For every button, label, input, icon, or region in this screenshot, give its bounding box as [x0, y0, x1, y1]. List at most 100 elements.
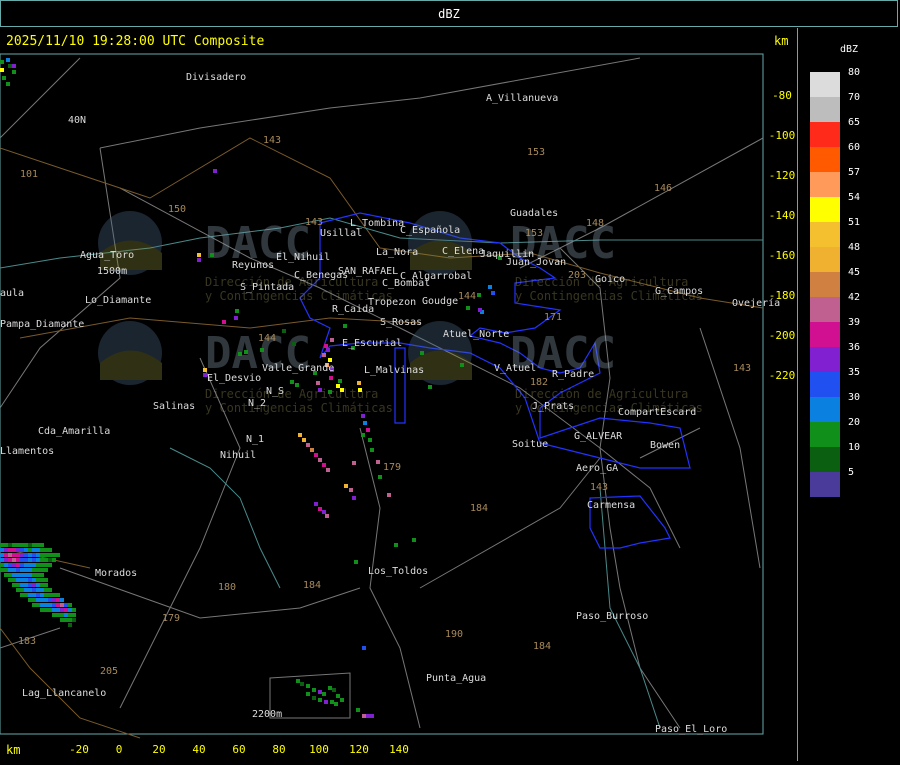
route-number: 190: [445, 629, 463, 640]
echo-cell: [40, 588, 44, 592]
echo-cell: [36, 593, 40, 597]
echo-cell: [28, 593, 32, 597]
km-label-top: km: [774, 34, 789, 48]
echo-cell: [324, 700, 328, 704]
echo-cell: [24, 568, 28, 572]
echo-cell: [326, 468, 330, 472]
place-label: A_Villanueva: [486, 93, 558, 104]
echo-cell: [16, 573, 20, 577]
echo-cell: [328, 390, 332, 394]
echo-cell: [60, 603, 64, 607]
y-tick-label: -160: [769, 249, 796, 262]
echo-cell: [68, 623, 72, 627]
km-label-bottom: km: [6, 743, 21, 757]
echo-cell: [36, 568, 40, 572]
echo-cell: [40, 593, 44, 597]
echo-cell: [0, 553, 4, 557]
x-tick-label: 140: [389, 743, 409, 756]
legend-swatch: [810, 247, 840, 272]
echo-cell: [387, 493, 391, 497]
echo-cell: [354, 560, 358, 564]
place-label: Paso_El_Loro: [655, 724, 727, 735]
echo-cell: [40, 573, 44, 577]
legend-swatch: [810, 397, 840, 422]
x-tick-label: 100: [309, 743, 329, 756]
title-bar: dBZ: [0, 0, 898, 27]
legend-value: 80: [848, 67, 861, 78]
echo-cell: [314, 502, 318, 506]
legend-swatch: [810, 172, 840, 197]
legend-value: 36: [848, 342, 861, 353]
map-canvas[interactable]: DACC DACC DACC DACC Dirección de Agricul…: [0, 28, 797, 761]
echo-cell: [40, 578, 44, 582]
echo-cell: [32, 548, 36, 552]
place-label: L_Malvinas: [364, 365, 424, 376]
echo-cell: [16, 548, 20, 552]
legend-value: 54: [848, 192, 861, 203]
echo-cell: [36, 573, 40, 577]
echo-cell: [324, 344, 328, 348]
echo-cell: [0, 60, 4, 64]
echo-cell: [306, 684, 310, 688]
echo-cell: [16, 583, 20, 587]
place-label: Morados: [95, 568, 137, 579]
place-label: Pampa_Diamante: [0, 319, 84, 330]
echo-cell: [8, 568, 12, 572]
legend-swatch: [810, 322, 840, 347]
echo-cell: [40, 568, 44, 572]
echo-cell: [48, 603, 52, 607]
echo-cell: [20, 558, 24, 562]
echo-cell: [366, 714, 370, 718]
echo-cell: [40, 563, 44, 567]
legend-swatch: [810, 297, 840, 322]
echo-cell: [40, 543, 44, 547]
place-label: N_2: [248, 398, 266, 409]
echo-cell: [44, 578, 48, 582]
echo-cell: [8, 553, 12, 557]
legend-swatch: [810, 447, 840, 472]
echo-cell: [318, 507, 322, 511]
legend-value: 65: [848, 117, 861, 128]
echo-cell: [36, 543, 40, 547]
x-tick-label: 20: [152, 743, 165, 756]
route-number: 153: [527, 147, 545, 158]
y-tick-label: -100: [769, 129, 796, 142]
echo-cell: [394, 543, 398, 547]
legend-swatch: [810, 147, 840, 172]
echo-cell: [12, 563, 16, 567]
echo-cell: [68, 613, 72, 617]
echo-cell: [197, 258, 201, 262]
echo-cell: [24, 588, 28, 592]
echo-cell: [478, 308, 482, 312]
echo-cell: [0, 68, 4, 72]
echo-cell: [28, 548, 32, 552]
echo-cell: [24, 563, 28, 567]
radar-map[interactable]: DACC DACC DACC DACC Dirección de Agricul…: [0, 28, 798, 761]
place-label: S_Pintada: [240, 282, 294, 293]
echo-cell: [36, 603, 40, 607]
route-number: 184: [470, 503, 488, 514]
route-number: 143: [590, 482, 608, 493]
echo-cell: [16, 563, 20, 567]
place-label: 2200m: [252, 709, 282, 720]
districts-layer: [299, 212, 691, 549]
place-label: Atuel_Norte: [443, 329, 509, 340]
echo-cell: [56, 598, 60, 602]
echo-cell: [16, 543, 20, 547]
watermark-layer: DACC DACC DACC DACC Dirección de Agricul…: [98, 211, 703, 415]
echo-cell: [68, 603, 72, 607]
echo-cell: [466, 306, 470, 310]
echo-cell: [328, 358, 332, 362]
echo-cell: [0, 558, 4, 562]
echo-cell: [48, 558, 52, 562]
echo-cell: [282, 329, 286, 333]
place-label: SAN_RAFAEL: [338, 266, 398, 277]
echo-cell: [72, 613, 76, 617]
echo-cell: [52, 608, 56, 612]
echo-cell: [298, 433, 302, 437]
place-label: Agua_Toro: [80, 250, 134, 261]
y-axis-ticks: -80 -100 -120 -140 -160 -180 -200 -220: [769, 89, 796, 382]
place-label: C_Española: [400, 225, 460, 236]
x-tick-label: 60: [232, 743, 245, 756]
echo-cell: [300, 682, 304, 686]
